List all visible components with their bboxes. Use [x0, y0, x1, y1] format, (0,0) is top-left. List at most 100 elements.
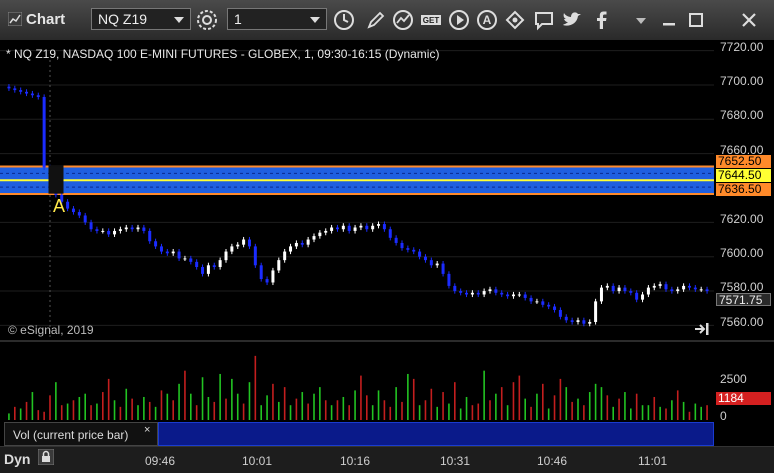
volume-bar [565, 387, 568, 420]
volume-bar [154, 406, 157, 420]
volume-bar [676, 390, 679, 420]
chart-settings-icon[interactable] [196, 9, 218, 31]
candle-body [189, 258, 193, 262]
price-panel[interactable] [0, 40, 714, 340]
facebook-icon[interactable] [590, 9, 612, 31]
volume-bar [242, 403, 245, 420]
volume-bar [418, 405, 421, 420]
candle-body [617, 287, 621, 292]
volume-bar [477, 403, 480, 420]
volume-bar [319, 387, 321, 420]
volume-bar [448, 403, 450, 420]
volume-bar [37, 410, 40, 420]
candle-body [77, 212, 81, 216]
volume-bar [219, 373, 221, 420]
volume-bar [665, 408, 667, 420]
lock-icon[interactable] [38, 449, 54, 465]
volume-bar [19, 408, 22, 420]
volume-axis[interactable]: 2500 1184 0 [714, 342, 774, 423]
candle-body [124, 227, 128, 230]
candle-body [382, 224, 386, 230]
volume-bar [430, 388, 433, 420]
volume-bar [330, 405, 333, 420]
chart-marker-label[interactable]: A [53, 196, 65, 217]
candle-body [294, 242, 298, 247]
volume-bar [424, 400, 427, 420]
candle-body [511, 294, 515, 297]
link-icon[interactable] [504, 9, 526, 31]
dynamic-mode-toggle[interactable]: Dyn [4, 451, 30, 467]
candle-body [453, 285, 457, 292]
marker-candle-box [48, 165, 64, 194]
volume-bar [324, 400, 327, 420]
copyright-text: © eSignal, 2019 [8, 323, 94, 337]
candle-body [558, 309, 562, 317]
volume-panel[interactable] [0, 342, 714, 422]
candle-body [635, 292, 639, 300]
volume-bar [624, 392, 626, 420]
comment-icon[interactable] [533, 9, 555, 31]
candle-body [212, 265, 216, 268]
volume-bar [653, 396, 656, 420]
study-icon[interactable] [392, 9, 414, 31]
chevron-down-icon[interactable] [310, 17, 320, 23]
volume-bar [530, 406, 532, 420]
volume-bar [471, 405, 474, 420]
price-axis[interactable]: 7720.00 7700.00 7680.00 7660.00 7620.00 … [714, 40, 774, 340]
volume-bar [412, 378, 415, 420]
volume-bar [383, 400, 386, 420]
volume-bar [694, 403, 697, 420]
play-icon[interactable] [448, 9, 470, 31]
twitter-icon[interactable] [561, 9, 583, 31]
candle-body [335, 227, 339, 230]
volume-bar [512, 382, 515, 420]
candle-body [89, 222, 93, 230]
chevron-down-icon[interactable] [174, 17, 184, 23]
volume-bar [166, 393, 169, 420]
volume-bar [536, 393, 538, 420]
candle-body [183, 258, 187, 260]
volume-bar [594, 383, 597, 420]
volume-bar [506, 405, 509, 420]
candle-body [570, 320, 574, 322]
candle-body [523, 294, 527, 298]
volume-bar [283, 387, 286, 420]
candle-body [195, 261, 199, 268]
volume-bar [160, 390, 163, 420]
candle-body [242, 239, 246, 245]
volume-study-name: Vol (current price bar) [13, 428, 129, 442]
volume-bar [313, 393, 315, 420]
volume-bar [559, 378, 562, 420]
scroll-to-end-icon[interactable] [694, 322, 710, 336]
candle-body [318, 232, 322, 237]
get-icon[interactable]: GET [420, 9, 442, 31]
candle-body [19, 90, 23, 92]
interval-select[interactable]: 1 [227, 8, 327, 30]
clock-icon[interactable] [333, 9, 355, 31]
candle-body [652, 285, 656, 288]
draw-pencil-icon[interactable] [365, 9, 387, 31]
symbol-select[interactable]: NQ Z19 [91, 8, 191, 30]
candle-body [476, 292, 480, 295]
volume-bar [113, 400, 116, 420]
close-study-icon[interactable]: × [144, 424, 150, 436]
volume-bar [641, 405, 644, 420]
alert-icon[interactable]: A [476, 9, 498, 31]
volume-bar [207, 396, 210, 420]
volume-study-label[interactable]: Vol (current price bar) [4, 422, 158, 446]
menu-caret-icon[interactable] [633, 9, 649, 31]
minimize-icon[interactable] [661, 9, 677, 31]
volume-bar [131, 398, 133, 420]
close-icon[interactable] [740, 9, 758, 31]
volume-tick: 0 [720, 409, 727, 423]
maximize-icon[interactable] [688, 9, 704, 31]
volume-bar [407, 373, 409, 420]
volume-bar [395, 387, 397, 420]
volume-bar [190, 393, 192, 420]
candle-body [605, 285, 609, 288]
candle-body [101, 230, 105, 232]
candle-body [224, 251, 228, 261]
candle-body [107, 230, 111, 235]
candle-body [705, 289, 709, 292]
svg-text:A: A [483, 13, 492, 27]
